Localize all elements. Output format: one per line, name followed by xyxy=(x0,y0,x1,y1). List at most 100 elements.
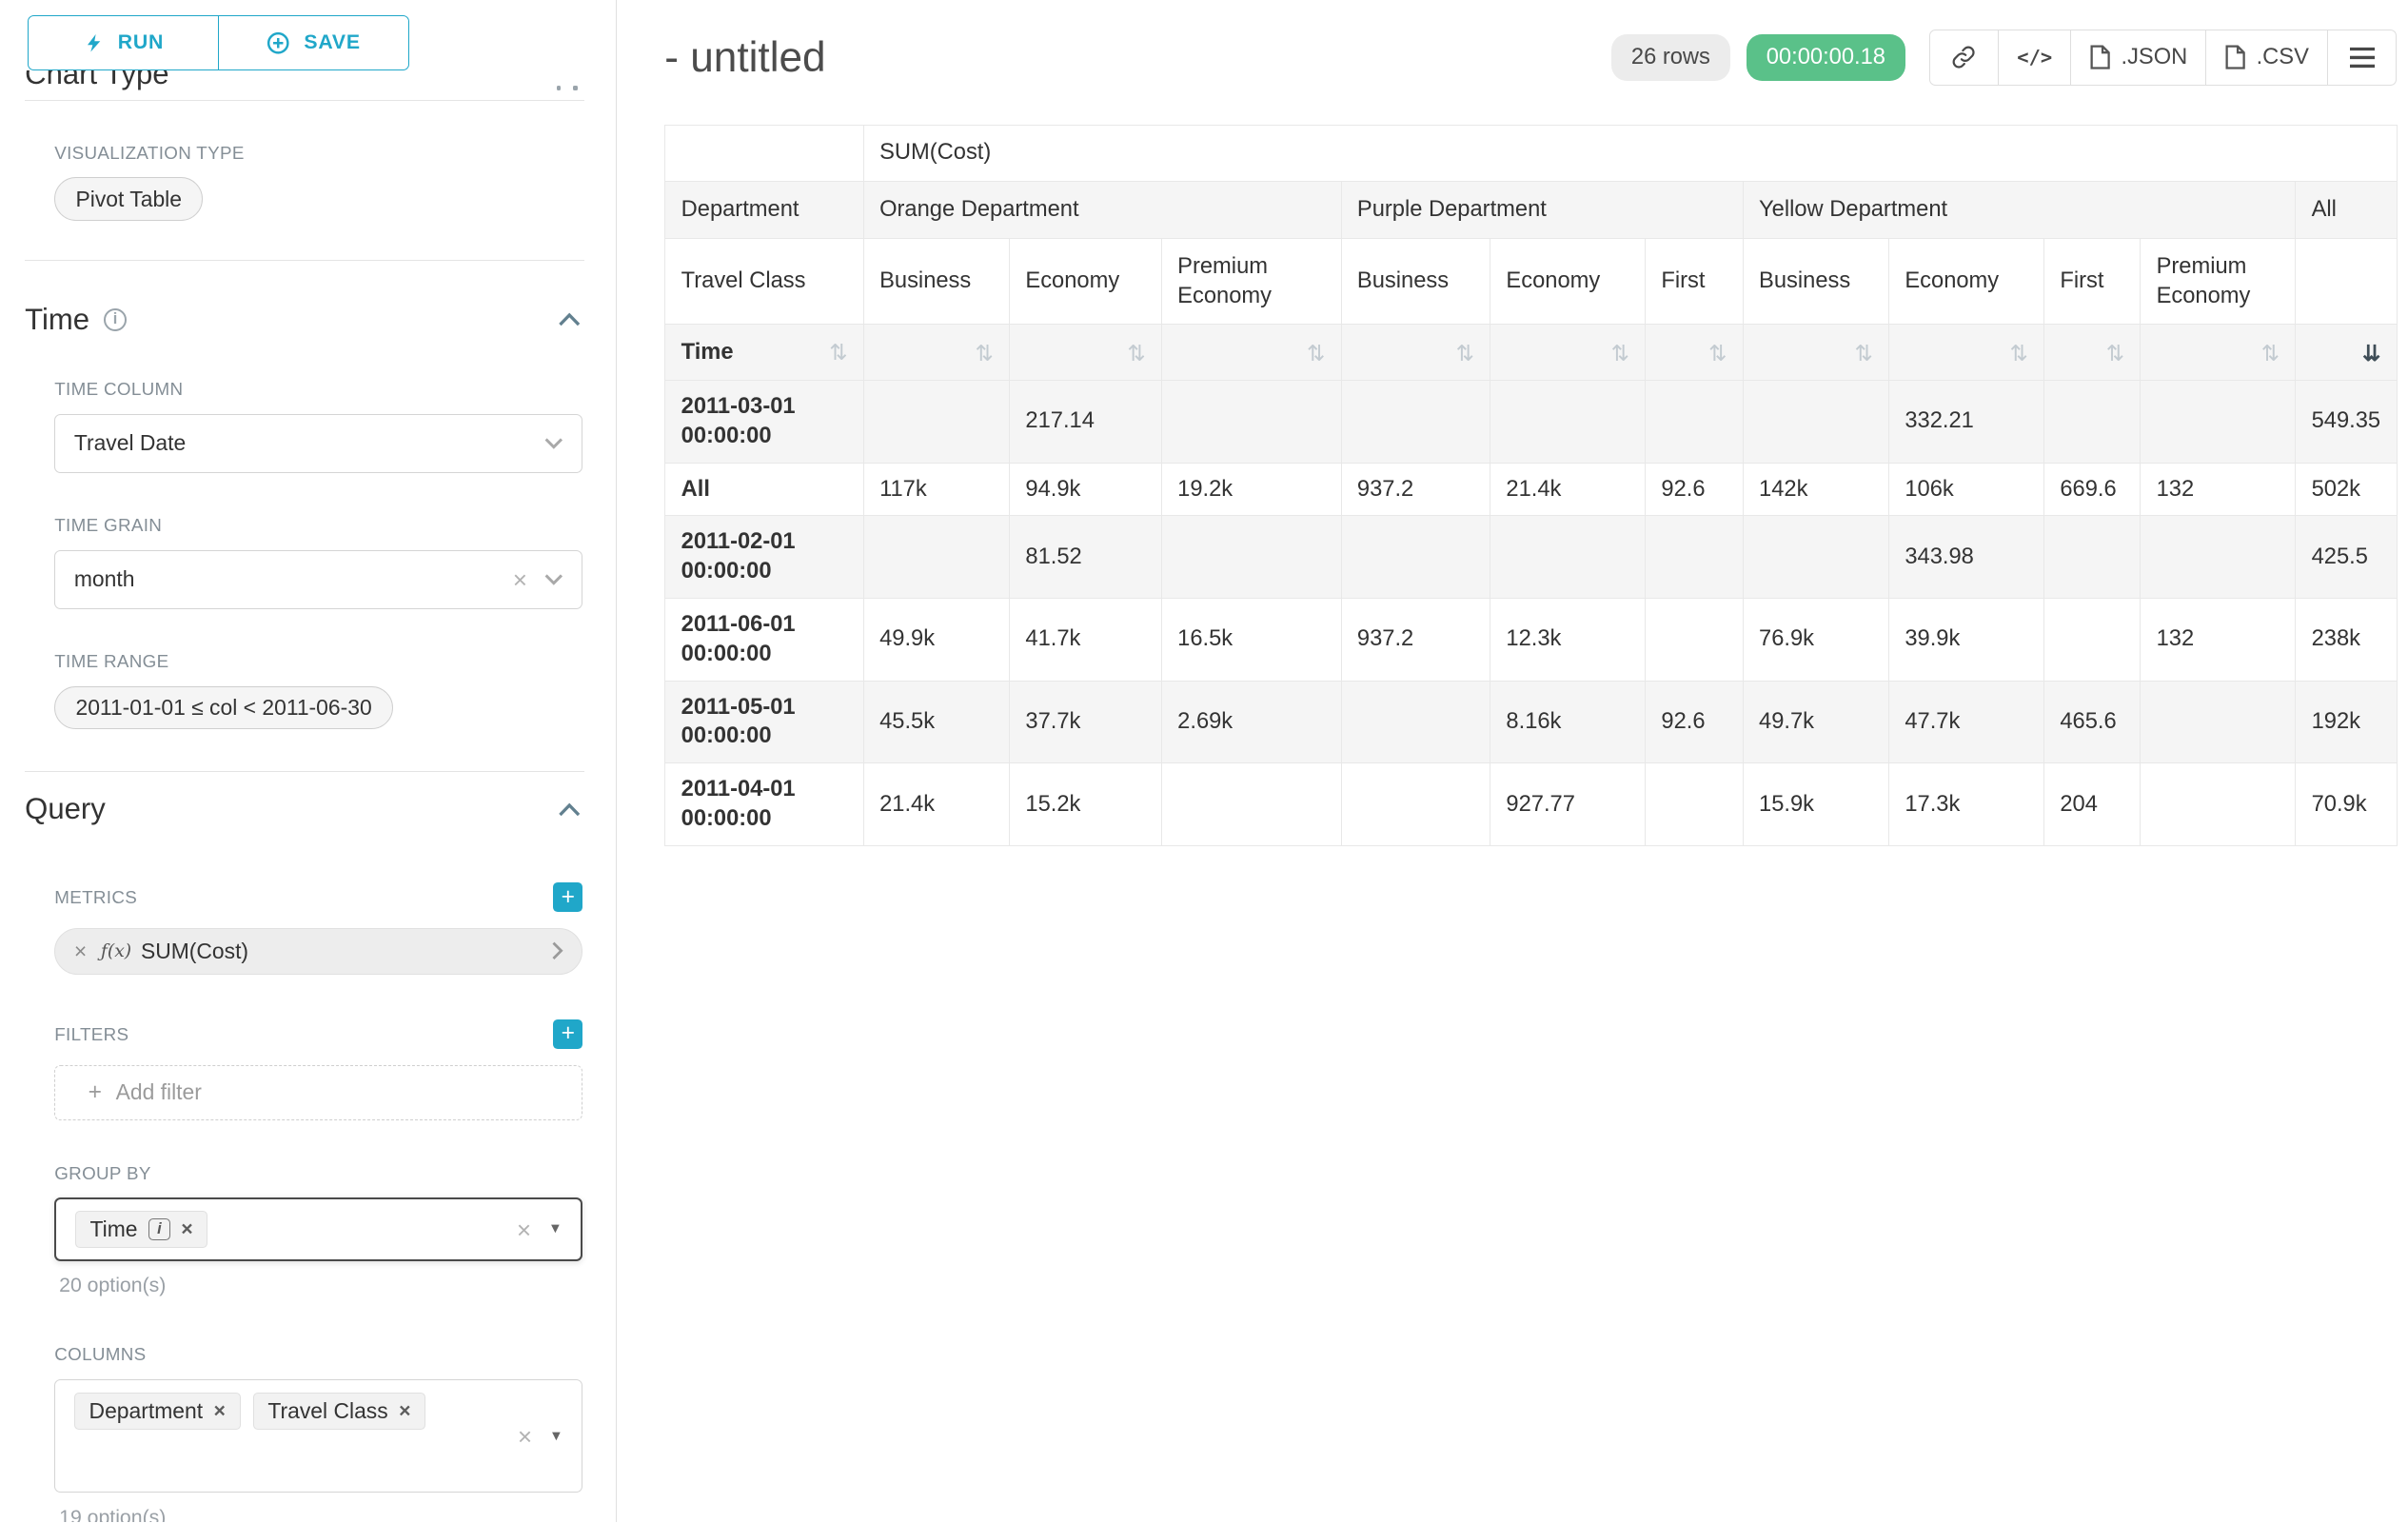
remove-tag-icon[interactable]: × xyxy=(399,1399,410,1423)
pivot-col-group-header: Orange Department xyxy=(863,181,1341,239)
pivot-sort-cell: ⇅ xyxy=(1341,325,1490,381)
pivot-value-cell xyxy=(2044,516,2141,599)
pivot-value-cell: 927.77 xyxy=(1490,763,1646,846)
pivot-header-row: DepartmentOrange DepartmentPurple Depart… xyxy=(665,181,2397,239)
tag-label: Time xyxy=(90,1216,138,1242)
remove-tag-icon[interactable]: × xyxy=(181,1217,192,1241)
plus-circle-icon xyxy=(266,31,290,55)
metrics-control: METRICS + × ƒ(x) SUM(Cost) xyxy=(54,882,582,974)
export-button-group: </> .JSON .CSV xyxy=(1929,30,2398,86)
table-row: 2011-02-01 00:00:0081.52343.98425.5 xyxy=(665,516,2397,599)
pivot-value-cell: 17.3k xyxy=(1889,763,2044,846)
sort-icon[interactable]: ⇅ xyxy=(1307,342,1325,366)
pivot-value-cell xyxy=(2141,681,2296,763)
pivot-sort-cell: ⇅ xyxy=(1490,325,1646,381)
time-grain-control: TIME GRAIN month × xyxy=(54,515,582,609)
sort-icon[interactable]: ⇅ xyxy=(829,341,847,365)
run-save-button-group: RUN SAVE xyxy=(28,15,409,69)
pivot-col-header: Business xyxy=(863,239,1009,325)
chevron-dot xyxy=(573,86,578,90)
add-metric-button[interactable]: + xyxy=(553,882,582,912)
select-tag[interactable]: Travel Class× xyxy=(253,1393,426,1430)
collapse-chevron-clipped[interactable] xyxy=(557,86,579,90)
view-query-button[interactable]: </> xyxy=(1998,30,2072,86)
pivot-value-cell xyxy=(1161,516,1341,599)
clear-icon[interactable]: × xyxy=(518,1424,532,1449)
pivot-value-cell: 142k xyxy=(1743,463,1888,516)
export-json-label: .JSON xyxy=(2122,45,2188,70)
save-button[interactable]: SAVE xyxy=(218,15,409,69)
select-tag[interactable]: Department × xyxy=(74,1393,241,1430)
filters-control: FILTERS + + Add filter xyxy=(54,1019,582,1120)
remove-tag-icon[interactable]: × xyxy=(214,1399,226,1423)
pivot-value-cell: 21.4k xyxy=(1490,463,1646,516)
tag-label: Department xyxy=(89,1398,204,1424)
clear-icon[interactable]: × xyxy=(517,1217,531,1242)
sort-icon[interactable]: ⇅ xyxy=(2261,342,2280,366)
row-dimension-text: Time xyxy=(681,338,734,367)
group-by-select[interactable]: Timei× × ▼ xyxy=(54,1197,582,1261)
time-grain-select[interactable]: month × xyxy=(54,550,582,609)
pivot-value-cell: 15.2k xyxy=(1010,763,1162,846)
hamburger-icon xyxy=(2350,47,2375,69)
time-column-select[interactable]: Travel Date xyxy=(54,414,582,473)
add-filter-plus-button[interactable]: + xyxy=(553,1019,582,1049)
pivot-value-cell: 47.7k xyxy=(1889,681,2044,763)
run-button[interactable]: RUN xyxy=(28,15,219,69)
control-panel-sidebar: RUN SAVE Chart Type VISUALIZATION TYPE P… xyxy=(0,0,617,1522)
control-panel-scroll-area[interactable]: Chart Type VISUALIZATION TYPE Pivot Tabl… xyxy=(0,70,616,1523)
add-filter-label: Add filter xyxy=(116,1079,202,1105)
pivot-row-label: 2011-04-01 00:00:00 xyxy=(665,763,863,846)
remove-metric-icon[interactable]: × xyxy=(74,939,87,964)
pivot-value-cell xyxy=(1490,380,1646,463)
sort-icon[interactable]: ⇅ xyxy=(2009,342,2027,366)
pivot-row-label: 2011-06-01 00:00:00 xyxy=(665,598,863,681)
table-row: 2011-05-01 00:00:0045.5k37.7k2.69k8.16k9… xyxy=(665,681,2397,763)
export-json-button[interactable]: .JSON xyxy=(2070,30,2207,86)
pivot-value-cell xyxy=(1743,516,1888,599)
time-range-value-pill[interactable]: 2011-01-01 ≤ col < 2011-06-30 xyxy=(54,686,393,729)
pivot-value-cell xyxy=(2141,516,2296,599)
sort-icon-active-desc[interactable]: ⇊ xyxy=(2362,342,2380,366)
pivot-value-cell xyxy=(1646,380,1744,463)
pivot-row-label: 2011-05-01 00:00:00 xyxy=(665,681,863,763)
sort-icon[interactable]: ⇅ xyxy=(976,342,994,366)
metric-item[interactable]: × ƒ(x) SUM(Cost) xyxy=(54,928,582,975)
pivot-value-cell: 465.6 xyxy=(2044,681,2141,763)
chart-title[interactable]: - untitled xyxy=(664,34,825,82)
pivot-value-cell: 81.52 xyxy=(1010,516,1162,599)
pivot-value-cell xyxy=(2141,380,2296,463)
chevron-up-icon[interactable] xyxy=(558,312,582,326)
sort-icon[interactable]: ⇅ xyxy=(1456,342,1474,366)
pivot-value-cell xyxy=(1743,380,1888,463)
sort-icon[interactable]: ⇅ xyxy=(1127,342,1145,366)
sort-icon[interactable]: ⇅ xyxy=(1854,342,1872,366)
pivot-value-cell: 45.5k xyxy=(863,681,1009,763)
columns-select[interactable]: Department×Travel Class× × ▼ xyxy=(54,1379,582,1493)
run-button-label: RUN xyxy=(118,30,165,54)
add-filter-button[interactable]: + Add filter xyxy=(54,1065,582,1121)
time-column-control: TIME COLUMN Travel Date xyxy=(54,379,582,473)
pivot-sort-cell: ⇅ xyxy=(2141,325,2296,381)
sort-icon[interactable]: ⇅ xyxy=(1708,342,1727,366)
visualization-type-value-pill[interactable]: Pivot Table xyxy=(54,177,203,220)
clear-icon[interactable]: × xyxy=(513,567,527,592)
menu-button[interactable] xyxy=(2327,30,2398,86)
table-row: 2011-06-01 00:00:0049.9k41.7k16.5k937.21… xyxy=(665,598,2397,681)
info-icon: i xyxy=(104,308,128,332)
export-csv-button[interactable]: .CSV xyxy=(2205,30,2328,86)
chart-header: - untitled 26 rows 00:00:00.18 </> xyxy=(664,22,2397,93)
sidebar-topbar: RUN SAVE xyxy=(0,0,616,70)
sort-icon[interactable]: ⇅ xyxy=(1611,342,1629,366)
chevron-up-icon[interactable] xyxy=(558,802,582,817)
pivot-value-cell: 49.9k xyxy=(863,598,1009,681)
select-tag[interactable]: Timei × xyxy=(75,1211,208,1248)
info-icon: i xyxy=(148,1218,170,1240)
pivot-value-cell xyxy=(1341,681,1490,763)
chevron-down-icon xyxy=(544,573,563,585)
sort-icon[interactable]: ⇅ xyxy=(2106,342,2124,366)
chart-panel: - untitled 26 rows 00:00:00.18 </> xyxy=(617,0,2408,1522)
query-section-title: Query xyxy=(25,792,106,826)
share-link-button[interactable] xyxy=(1929,30,2000,86)
time-column-value: Travel Date xyxy=(74,430,544,456)
